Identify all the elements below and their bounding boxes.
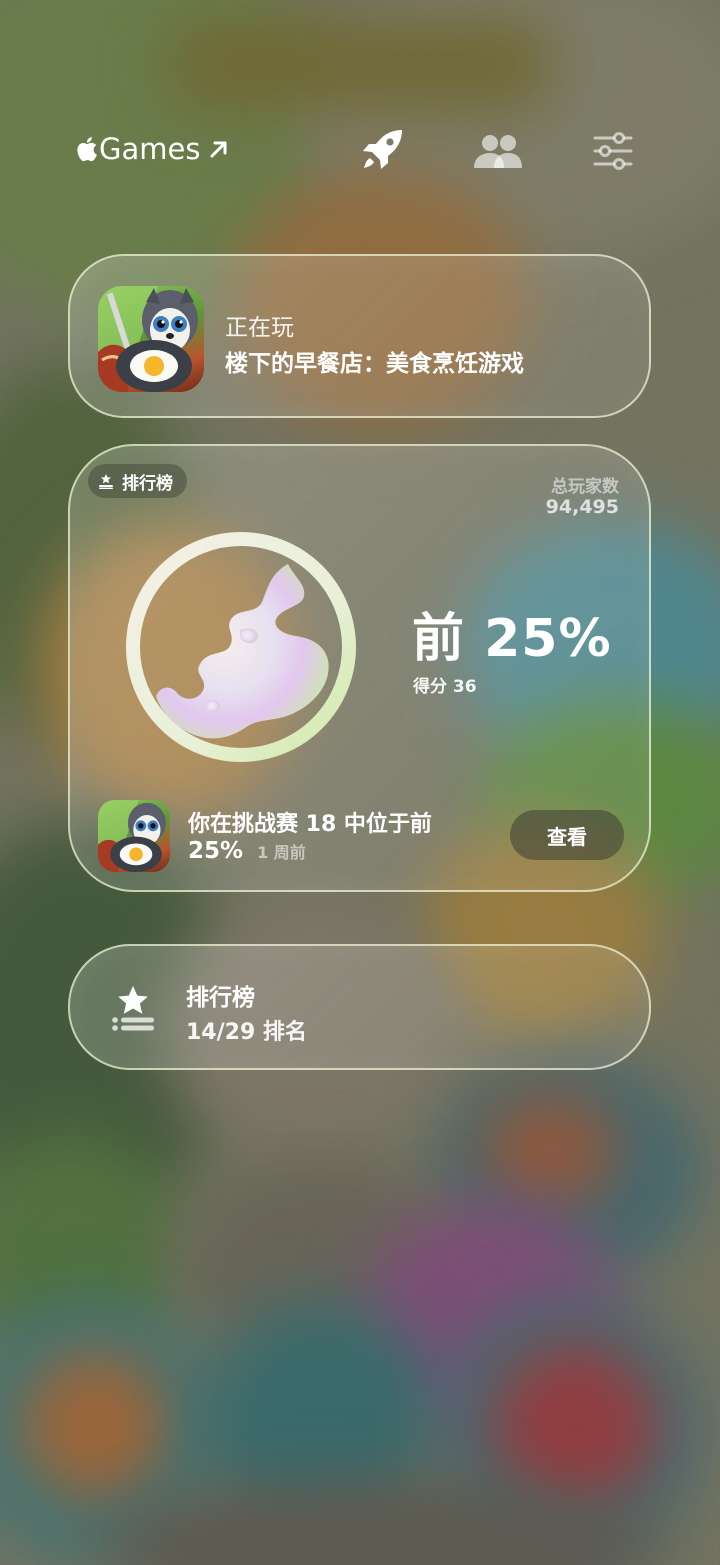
- game-app-icon: [98, 286, 204, 392]
- top-bar: Games: [0, 128, 720, 178]
- leaderboard-icon: [99, 474, 113, 489]
- now-playing-label: 正在玩: [225, 315, 294, 341]
- achievement-text-line2: 25% 1 周前: [188, 838, 306, 864]
- brand-title: Games: [99, 132, 201, 166]
- settings-sliders-icon[interactable]: [592, 132, 634, 170]
- arrow-up-right-icon: [210, 141, 227, 158]
- apple-logo-icon: [77, 137, 97, 162]
- achievement-percent: 25%: [188, 838, 244, 864]
- achievement-time: 1 周前: [257, 843, 306, 862]
- globe-percentile-icon: [126, 532, 356, 762]
- total-players-label: 总玩家数: [551, 477, 619, 497]
- leaderboard-badge: 排行榜: [88, 464, 187, 498]
- friends-icon[interactable]: [472, 134, 524, 170]
- game-app-icon-small: [98, 800, 170, 872]
- percentile-value: 前 25%: [412, 609, 612, 669]
- rocket-icon[interactable]: [360, 128, 406, 172]
- leaderboard-star-icon: [112, 986, 154, 1031]
- leaderboard-badge-label: 排行榜: [122, 473, 173, 494]
- leaderboard-percentile-card: 排行榜 总玩家数 94,495 前 25% 得分 36 你在挑战赛 18 中位于…: [68, 444, 651, 892]
- ranking-title: 排行榜: [186, 985, 255, 1011]
- score-value: 得分 36: [413, 677, 477, 697]
- achievement-text: 你在挑战赛 18 中位于前: [188, 812, 432, 837]
- now-playing-game-title: 楼下的早餐店：美食烹饪游戏: [225, 351, 524, 377]
- now-playing-card[interactable]: 正在玩 楼下的早餐店：美食烹饪游戏: [68, 254, 651, 418]
- ranking-value: 14/29 排名: [186, 1020, 307, 1045]
- total-players-value: 94,495: [545, 496, 619, 518]
- ranking-card[interactable]: 排行榜 14/29 排名: [68, 944, 651, 1070]
- view-button[interactable]: 查看: [510, 810, 624, 860]
- games-app-link[interactable]: Games: [74, 132, 231, 166]
